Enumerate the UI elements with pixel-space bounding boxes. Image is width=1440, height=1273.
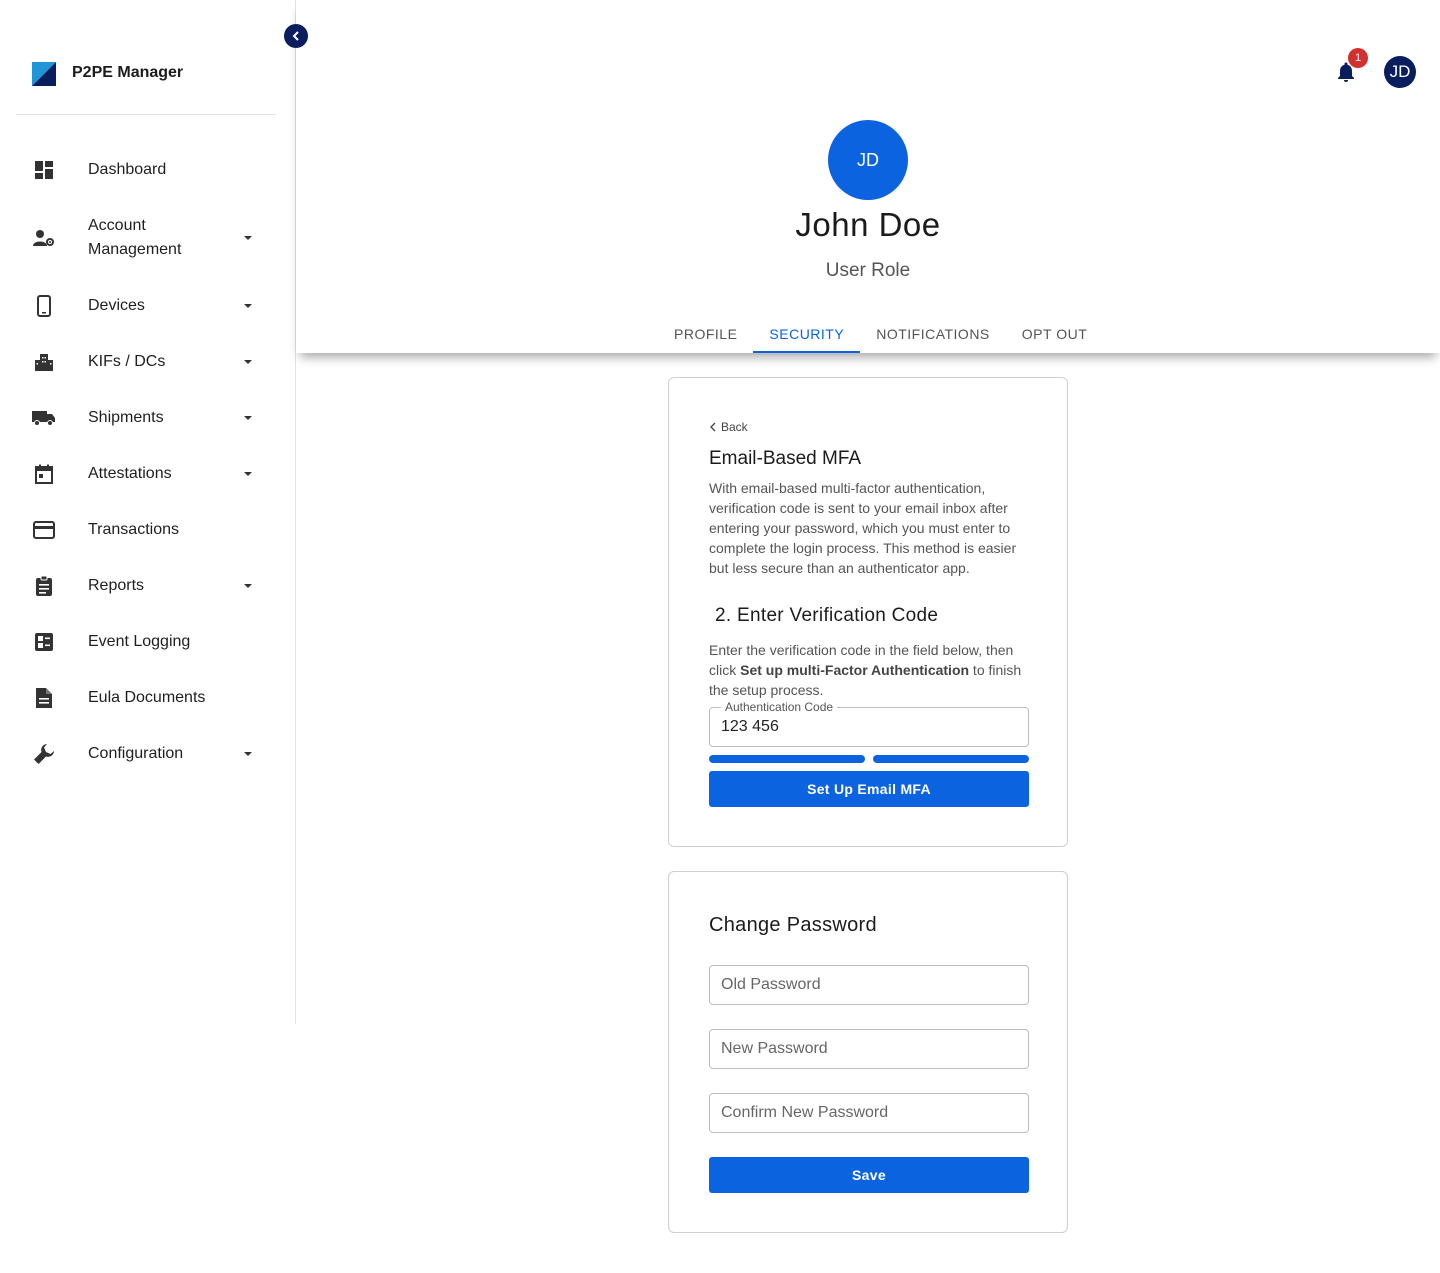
change-password-card: Change Password Save: [668, 871, 1068, 1233]
save-button[interactable]: Save: [709, 1157, 1029, 1193]
tab-notifications[interactable]: NOTIFICATIONS: [860, 314, 1006, 353]
account-management-icon: [32, 226, 56, 250]
app-name: P2PE Manager: [72, 64, 184, 81]
profile-role: User Role: [825, 260, 911, 281]
new-password-field: [709, 1029, 1029, 1069]
confirm-password-field: [709, 1093, 1029, 1133]
set-up-email-mfa-button[interactable]: Set Up Email MFA: [709, 771, 1029, 807]
caret-down-icon: [244, 472, 252, 476]
mfa-title: Email-Based MFA: [709, 448, 862, 469]
sidebar-item-dashboard[interactable]: Dashboard: [16, 142, 276, 198]
wrench-icon: [32, 742, 56, 766]
confirm-password-input[interactable]: [710, 1094, 1028, 1132]
sidebar-item-transactions[interactable]: Transactions: [16, 502, 276, 558]
tab-opt-out[interactable]: OPT OUT: [1006, 314, 1103, 353]
sidebar-item-kifs-dcs[interactable]: KIFs / DCs: [16, 334, 276, 390]
dashboard-icon: [32, 158, 56, 182]
tab-security[interactable]: SECURITY: [753, 314, 861, 353]
caret-down-icon: [244, 752, 252, 756]
step-desc-bold: Set up multi-Factor Authentication: [740, 662, 970, 678]
sidebar-item-label: Account Management: [88, 217, 182, 258]
profile-header: 1 JD JD John Doe User Role PROFILE SECUR…: [296, 0, 1440, 353]
sidebar-nav: Dashboard Account Management Devices KIF…: [16, 142, 276, 782]
progress-step: [709, 755, 865, 763]
sidebar: P2PE Manager Dashboard Account Managemen…: [0, 0, 296, 1024]
sidebar-item-label: KIFs / DCs: [88, 353, 166, 370]
sidebar-item-account-management[interactable]: Account Management: [16, 198, 276, 278]
sidebar-item-label: Event Logging: [88, 633, 191, 650]
step-description: Enter the verification code in the field…: [709, 640, 1029, 700]
sidebar-item-label: Reports: [88, 577, 145, 594]
sidebar-item-label: Attestations: [88, 465, 172, 482]
authentication-code-label: Authentication Code: [721, 701, 838, 713]
collapse-sidebar-button[interactable]: [284, 24, 308, 48]
mfa-description: With email-based multi-factor authentica…: [709, 480, 1017, 576]
chevron-left-icon: [292, 31, 299, 41]
sidebar-item-devices[interactable]: Devices: [16, 278, 276, 334]
calendar-icon: [32, 462, 56, 486]
document-icon: [32, 686, 56, 710]
mfa-progress: [709, 755, 1029, 763]
caret-down-icon: [244, 416, 252, 420]
truck-icon: [32, 406, 56, 430]
sidebar-item-label: Transactions: [88, 521, 179, 538]
credit-card-icon: [32, 518, 56, 542]
clipboard-icon: [32, 574, 56, 598]
sidebar-item-reports[interactable]: Reports: [16, 558, 276, 614]
progress-step: [873, 755, 1029, 763]
caret-down-icon: [244, 236, 252, 240]
sidebar-item-label: Configuration: [88, 745, 184, 762]
user-menu-avatar[interactable]: JD: [1384, 56, 1416, 88]
profile-tabs: PROFILE SECURITY NOTIFICATIONS OPT OUT: [658, 314, 1103, 353]
sidebar-item-configuration[interactable]: Configuration: [16, 726, 276, 782]
caret-down-icon: [244, 304, 252, 308]
tab-profile[interactable]: PROFILE: [658, 314, 753, 353]
sidebar-item-label: Eula Documents: [88, 689, 206, 706]
back-link[interactable]: Back: [709, 420, 748, 434]
brand[interactable]: P2PE Manager: [16, 40, 276, 115]
sidebar-item-label: Shipments: [88, 409, 164, 426]
caret-down-icon: [244, 584, 252, 588]
event-list-icon: [32, 630, 56, 654]
sidebar-item-attestations[interactable]: Attestations: [16, 446, 276, 502]
profile-name: John Doe: [795, 206, 941, 243]
new-password-input[interactable]: [710, 1030, 1028, 1068]
authentication-code-field: Authentication Code: [709, 701, 1029, 747]
smartphone-icon: [32, 294, 56, 318]
change-password-title: Change Password: [709, 914, 877, 936]
p2pe-logo-icon: [32, 62, 56, 86]
chevron-left-icon: [710, 422, 716, 432]
back-label: Back: [721, 420, 748, 434]
notification-count-badge: 1: [1348, 48, 1368, 68]
email-mfa-card: Back Email-Based MFA With email-based mu…: [668, 377, 1068, 847]
caret-down-icon: [244, 360, 252, 364]
old-password-input[interactable]: [710, 966, 1028, 1004]
building-icon: [32, 350, 56, 374]
profile-avatar: JD: [828, 120, 908, 200]
old-password-field: [709, 965, 1029, 1005]
sidebar-item-shipments[interactable]: Shipments: [16, 390, 276, 446]
sidebar-item-label: Dashboard: [88, 161, 167, 178]
step-title: 2. Enter Verification Code: [715, 605, 939, 626]
sidebar-item-eula-documents[interactable]: Eula Documents: [16, 670, 276, 726]
sidebar-item-label: Devices: [88, 297, 145, 314]
sidebar-item-event-logging[interactable]: Event Logging: [16, 614, 276, 670]
